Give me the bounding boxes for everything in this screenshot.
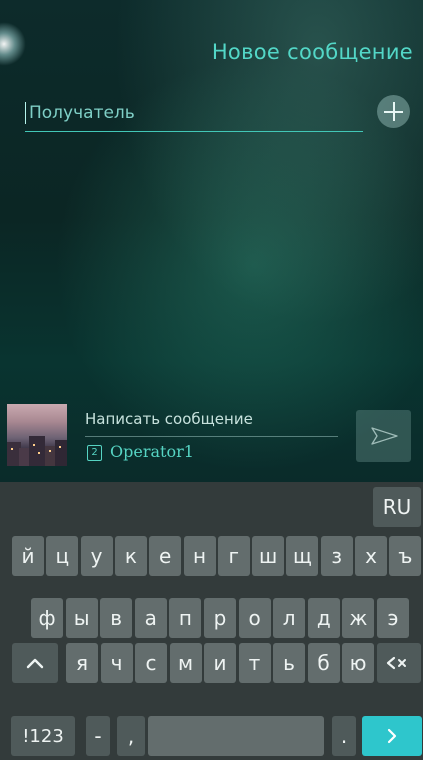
key-letter[interactable]: ф — [31, 598, 63, 638]
add-recipient-button[interactable] — [377, 95, 410, 128]
backspace-icon — [386, 656, 406, 670]
thumb-building — [19, 448, 29, 466]
key-letter[interactable]: у — [80, 536, 113, 576]
recipient-input[interactable] — [27, 97, 361, 129]
key-letter[interactable]: н — [183, 536, 216, 576]
key-letter[interactable]: б — [307, 643, 340, 683]
key-letter[interactable]: л — [273, 598, 306, 638]
compose-bar: Написать сообщение 2 Operator1 — [0, 400, 423, 482]
keyboard: RU йцукенгшщзхъ фывапролджэ ячсмитьбю !1… — [0, 482, 423, 760]
key-letter[interactable]: ц — [46, 536, 79, 576]
key-letter[interactable]: с — [135, 643, 167, 683]
message-screen: Новое сообщение Написать сообщение 2 Ope… — [0, 0, 423, 482]
key-letter[interactable]: в — [100, 598, 133, 638]
key-letter[interactable]: и — [204, 643, 236, 683]
thumb-light — [11, 448, 13, 450]
arrow-right-icon — [387, 728, 397, 744]
message-underline — [85, 436, 338, 437]
key-dash[interactable]: - — [86, 716, 110, 756]
sim-slot-badge[interactable]: 2 — [87, 445, 102, 461]
key-letter[interactable]: ш — [252, 536, 285, 576]
thumb-light — [33, 444, 35, 446]
key-letter[interactable]: ы — [65, 598, 98, 638]
key-letter[interactable]: э — [377, 598, 409, 638]
key-letter[interactable]: з — [320, 536, 353, 576]
key-letter[interactable]: п — [169, 598, 202, 638]
key-letter[interactable]: м — [169, 643, 202, 683]
backspace-key[interactable] — [377, 643, 421, 683]
key-letter[interactable]: щ — [286, 536, 319, 576]
light-flare — [0, 22, 26, 66]
key-letter[interactable]: д — [307, 598, 340, 638]
shift-icon — [26, 658, 44, 669]
text-cursor — [25, 102, 26, 124]
attachment-thumbnail[interactable] — [7, 404, 67, 466]
key-letter[interactable]: к — [114, 536, 147, 576]
key-letter[interactable]: р — [204, 598, 236, 638]
key-period[interactable]: . — [332, 716, 356, 756]
space-key[interactable] — [148, 716, 324, 756]
plus-icon-stroke — [393, 102, 395, 121]
thumb-light — [59, 446, 61, 448]
key-letter[interactable]: й — [12, 536, 44, 576]
key-letter[interactable]: а — [134, 598, 167, 638]
message-input[interactable]: Написать сообщение — [85, 410, 253, 428]
thumb-building — [29, 436, 45, 466]
thumb-light — [38, 452, 40, 454]
key-letter[interactable]: х — [355, 536, 387, 576]
symbols-key[interactable]: !123 — [11, 716, 75, 756]
key-letter[interactable]: о — [238, 598, 271, 638]
language-key[interactable]: RU — [373, 487, 421, 527]
operator-label[interactable]: Operator1 — [110, 442, 194, 461]
page-title: Новое сообщение — [211, 40, 413, 64]
send-button[interactable] — [356, 410, 411, 462]
thumb-building — [55, 440, 67, 466]
send-icon — [371, 427, 398, 445]
key-letter[interactable]: ч — [100, 643, 133, 683]
key-letter[interactable]: ъ — [389, 536, 422, 576]
key-letter[interactable]: г — [217, 536, 250, 576]
key-letter[interactable]: ь — [273, 643, 305, 683]
key-letter[interactable]: т — [238, 643, 271, 683]
shift-key[interactable] — [12, 643, 58, 683]
key-letter[interactable]: я — [66, 643, 98, 683]
key-letter[interactable]: ю — [342, 643, 374, 683]
key-letter[interactable]: е — [149, 536, 182, 576]
thumb-light — [49, 450, 51, 452]
key-letter[interactable]: ж — [342, 598, 375, 638]
enter-key[interactable] — [362, 716, 422, 756]
recipient-field[interactable] — [25, 97, 363, 132]
key-comma[interactable]: , — [117, 716, 145, 756]
